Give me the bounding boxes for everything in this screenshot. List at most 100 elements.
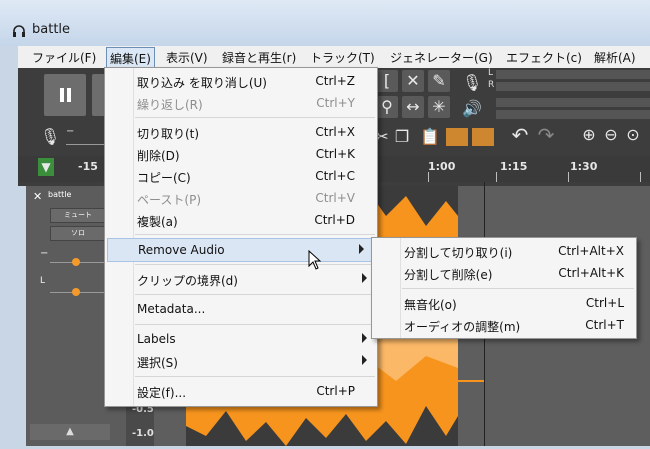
submenu-item-silence[interactable]: 無音化(o) Ctrl+L [372,292,636,314]
submenu-item-trim[interactable]: オーディオの調整(m) Ctrl+T [372,314,636,336]
tick-label: 1:15 [500,160,528,173]
submenu-arrow-icon [362,333,367,343]
remove-audio-submenu: 分割して切り取り(i) Ctrl+Alt+X 分割して削除(e) Ctrl+Alt+… [371,237,637,339]
menu-item-shortcut: Ctrl+Z [315,74,355,88]
solo-button[interactable]: ソロ [50,226,106,241]
menu-tracks[interactable]: トラック(T) [310,49,375,66]
menu-item-shortcut: Ctrl+X [315,125,355,139]
menu-separator [135,117,375,118]
menu-item-label: 分割して削除(e) [404,268,493,282]
fit-selection-icon[interactable]: ⊙ [624,126,642,144]
menu-item-label: オーディオの調整(m) [404,320,521,334]
undo-icon[interactable]: ↶ [510,125,530,145]
flat-audio-segment [458,380,484,382]
zoom-tool[interactable]: ⚲ [376,96,398,118]
menu-file[interactable]: ファイル(F) [32,49,96,66]
menu-item-shortcut: Ctrl+L [585,296,624,310]
record-meter[interactable] [496,70,650,79]
input-mic-icon: 🎙 [40,127,61,146]
playback-meter[interactable] [496,98,650,107]
tick-label: 1:30 [570,160,598,173]
copy-icon[interactable]: ❐ [394,128,410,146]
submenu-arrow-icon [362,273,367,283]
menu-item-cut[interactable]: 切り取り(t) Ctrl+X [105,121,377,143]
ruler-label: -1.0 [132,428,154,439]
menu-item-select[interactable]: 選択(S) [105,350,377,372]
menu-separator [135,234,375,235]
menu-item-remove-audio[interactable]: Remove Audio [107,238,375,262]
menu-analyze[interactable]: 解析(A) [594,49,636,66]
menu-item-label: 切り取り(t) [137,127,200,141]
zoom-icon: ⚲ [381,97,393,116]
record-meter-r[interactable] [496,82,650,91]
gain-minus-label: − [40,248,49,259]
draw-tool[interactable]: ✎ [428,70,450,92]
tick-label: 1:00 [428,160,456,173]
pan-slider-knob[interactable] [72,288,80,296]
tick-mark [428,172,429,182]
menu-item-label: ペースト(P) [137,193,201,207]
timeshift-icon: ↔ [406,97,420,116]
menu-item-preferences[interactable]: 設定(f)... Ctrl+P [105,380,377,402]
menu-bar: ファイル(F) 編集(E) 表示(V) 録音と再生(r) トラック(T) ジェネ… [18,46,650,70]
submenu-item-split-delete[interactable]: 分割して削除(e) Ctrl+Alt+K [372,262,636,284]
edit-menu: 取り込み を取り消し(U) Ctrl+Z 繰り返し(R) Ctrl+Y 切り取り(t… [104,67,378,407]
menu-generate[interactable]: ジェネレーター(G) [390,49,493,66]
timeshift-tool[interactable]: ↔ [402,96,424,118]
menu-item-duplicate[interactable]: 複製(a) Ctrl+D [105,209,377,231]
headphones-icon [13,25,25,37]
tick-mark [496,172,497,182]
title-bar [0,0,650,46]
submenu-item-split-cut[interactable]: 分割して切り取り(i) Ctrl+Alt+X [372,240,636,262]
tick-mark [640,172,641,182]
silence-audio-button[interactable] [472,128,494,146]
track-name[interactable]: battle [48,190,71,199]
menu-item-label: 取り込み を取り消し(U) [137,76,267,90]
collapse-track-button[interactable]: ▲ [30,424,110,440]
funnel-icon: ▼ [41,160,51,174]
playback-meter-r[interactable] [496,110,650,119]
ibeam-icon: [ [383,71,391,90]
menu-item-label: Metadata... [137,302,206,316]
zoom-in-icon[interactable]: ⊕ [580,126,598,144]
menu-item-label: 選択(S) [137,356,178,370]
menu-item-label: 分割して切り取り(i) [404,246,513,260]
mute-button[interactable]: ミュート [50,208,106,223]
window-title: battle [32,22,71,37]
trim-audio-button[interactable] [446,128,468,146]
meter-r-label: R [488,80,495,90]
timeline-options-button[interactable]: ▼ [38,158,54,176]
input-volume-slider[interactable] [66,144,106,145]
menu-item-redo[interactable]: 繰り返し(R) Ctrl+Y [105,92,377,114]
menu-item-copy[interactable]: コピー(C) Ctrl+C [105,165,377,187]
menu-transport[interactable]: 録音と再生(r) [222,49,296,66]
menu-effect[interactable]: エフェクト(c) [506,49,582,66]
microphone-icon[interactable]: 🎙 [462,74,482,92]
selection-tool[interactable]: [ [376,70,398,92]
menu-item-metadata[interactable]: Metadata... [105,298,377,320]
menu-item-clip-boundaries[interactable]: クリップの境界(d) [105,268,377,290]
redo-icon[interactable]: ↷ [536,125,556,145]
menu-item-paste[interactable]: ペースト(P) Ctrl+V [105,187,377,209]
menu-item-shortcut: Ctrl+Alt+K [558,266,624,280]
menu-separator [135,294,375,295]
triangle-up-icon: ▲ [66,426,74,437]
menu-item-delete[interactable]: 削除(D) Ctrl+K [105,143,377,165]
menu-item-shortcut: Ctrl+P [316,384,355,398]
multi-tool[interactable]: ✳ [428,96,450,118]
menu-item-labels[interactable]: Labels [105,328,377,350]
close-icon[interactable]: ✕ [33,190,42,203]
paste-icon[interactable]: 📋 [420,128,440,146]
gain-slider-knob[interactable] [72,258,80,266]
menu-view[interactable]: 表示(V) [166,49,208,66]
envelope-tool[interactable]: ✕ [402,70,424,92]
submenu-arrow-icon [359,244,364,254]
speaker-icon[interactable]: 🔊 [462,100,482,118]
menu-item-undo[interactable]: 取り込み を取り消し(U) Ctrl+Z [105,70,377,92]
pause-button[interactable] [44,74,86,116]
menu-item-shortcut: Ctrl+V [315,191,355,205]
tick-label: -15 [78,160,98,173]
menu-item-label: 無音化(o) [404,298,457,312]
zoom-out-icon[interactable]: ⊖ [602,126,620,144]
pan-left-label: L [40,276,46,286]
